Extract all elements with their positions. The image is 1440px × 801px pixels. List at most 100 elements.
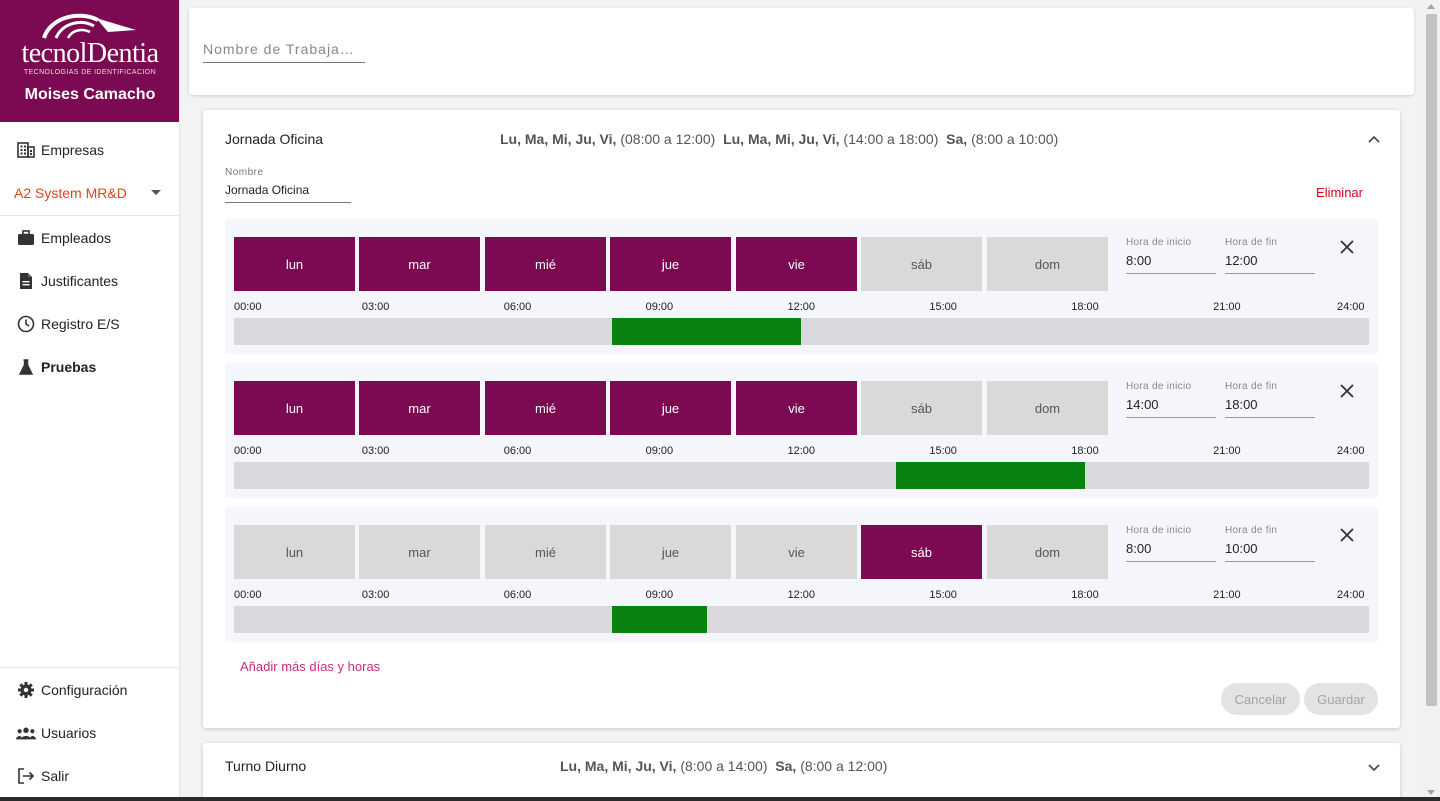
timeline-range-bar: [896, 462, 1086, 489]
flask-icon: [16, 357, 36, 377]
summary-hours: (14:00 a 18:00): [843, 131, 939, 147]
time-tick-label: 15:00: [929, 589, 957, 601]
brand-header: tecnolDentia TECNOLOGIAS DE IDENTIFICACI…: [0, 0, 179, 122]
clock-icon: [16, 314, 36, 334]
time-tick-label: 00:00: [234, 589, 262, 601]
nav-label: Pruebas: [41, 359, 97, 375]
day-toggle-6[interactable]: dom: [987, 525, 1108, 579]
time-tick-label: 06:00: [503, 445, 532, 457]
day-toggle-1[interactable]: mar: [359, 237, 480, 291]
time-tick-label: 03:00: [361, 301, 390, 313]
end-time-field[interactable]: 10:00: [1225, 541, 1315, 562]
building-icon: [16, 140, 36, 160]
delete-button[interactable]: Eliminar: [1316, 185, 1363, 200]
time-tick-label: 06:00: [503, 301, 532, 313]
schedule-panel: Jornada Oficina Lu, Ma, Mi, Ju, Vi, (08:…: [203, 110, 1400, 728]
day-toggle-0[interactable]: lun: [234, 381, 355, 435]
nav-usuarios[interactable]: Usuarios: [0, 713, 179, 753]
scroll-up-icon[interactable]: [1427, 4, 1435, 9]
day-toggle-1[interactable]: mar: [359, 381, 480, 435]
nav-registro[interactable]: Registro E/S: [0, 304, 179, 344]
search-input[interactable]: Nombre de Trabaja…: [203, 38, 365, 63]
end-time-label: Hora de fin: [1225, 237, 1278, 248]
time-tick-label: 09:00: [645, 301, 674, 313]
scrollbar-thumb[interactable]: [1426, 14, 1437, 706]
chevron-up-icon[interactable]: [1368, 130, 1380, 148]
time-tick-label: 18:00: [1071, 589, 1099, 601]
divider: [0, 215, 179, 216]
start-time-field[interactable]: 14:00: [1126, 397, 1216, 418]
schedule-title[interactable]: Turno Diurno: [225, 758, 306, 774]
nav-salir[interactable]: Salir: [0, 756, 179, 796]
start-time-field[interactable]: 8:00: [1126, 541, 1216, 562]
time-tick-label: 12:00: [787, 589, 816, 601]
time-tick-label: 21:00: [1213, 445, 1241, 457]
day-toggle-2[interactable]: mié: [485, 381, 606, 435]
time-tick-label: 06:00: [503, 589, 532, 601]
end-time-field[interactable]: 12:00: [1225, 253, 1315, 274]
close-icon[interactable]: [1337, 381, 1357, 401]
name-field[interactable]: Jornada Oficina: [225, 183, 351, 203]
sidebar: tecnolDentia TECNOLOGIAS DE IDENTIFICACI…: [0, 0, 180, 801]
day-toggle-3[interactable]: jue: [610, 381, 731, 435]
day-toggle-4[interactable]: vie: [736, 525, 857, 579]
start-time-field[interactable]: 8:00: [1126, 253, 1216, 274]
close-icon[interactable]: [1337, 525, 1357, 545]
nav-label: Registro E/S: [41, 316, 120, 332]
scroll-down-icon[interactable]: [1427, 790, 1435, 795]
summary-days: Lu, Ma, Mi, Ju, Vi,: [723, 131, 840, 147]
nav-justificantes[interactable]: Justificantes: [0, 261, 179, 301]
nav-empleados[interactable]: Empleados: [0, 218, 179, 258]
summary-hours: (8:00 a 14:00): [680, 758, 768, 774]
company-name: A2 System MR&D: [14, 185, 127, 201]
schedule-title[interactable]: Jornada Oficina: [225, 131, 323, 147]
end-time-field[interactable]: 18:00: [1225, 397, 1315, 418]
time-tick-label: 18:00: [1071, 301, 1099, 313]
company-selector[interactable]: A2 System MR&D: [0, 172, 179, 214]
logo-icon: [42, 13, 136, 39]
app-root: tecnolDentia TECNOLOGIAS DE IDENTIFICACI…: [0, 0, 1440, 801]
time-tick-label: 24:00: [1337, 301, 1365, 313]
caret-down-icon: [151, 190, 161, 195]
end-time-label: Hora de fin: [1225, 381, 1278, 392]
nav-configuracion[interactable]: Configuración: [0, 670, 179, 710]
day-toggle-4[interactable]: vie: [736, 237, 857, 291]
timeline-range-bar: [612, 606, 707, 633]
day-toggle-3[interactable]: jue: [610, 237, 731, 291]
day-toggle-6[interactable]: dom: [987, 237, 1108, 291]
day-toggle-2[interactable]: mié: [485, 237, 606, 291]
day-toggle-0[interactable]: lun: [234, 525, 355, 579]
timeline-track: [234, 462, 1369, 489]
save-button[interactable]: Guardar: [1304, 683, 1378, 715]
time-tick-label: 15:00: [929, 301, 957, 313]
time-range-card: lun mar mié jue vie sáb dom Hora de inicio Hora …: [225, 363, 1378, 498]
summary-hours: (8:00 a 12:00): [800, 758, 888, 774]
day-toggle-4[interactable]: vie: [736, 381, 857, 435]
add-more-button[interactable]: Añadir más días y horas: [240, 659, 380, 674]
time-range-card: lun mar mié jue vie sáb dom Hora de inicio Hora …: [225, 507, 1378, 642]
nav-label: Empleados: [41, 230, 112, 246]
day-toggle-3[interactable]: jue: [610, 525, 731, 579]
day-toggle-6[interactable]: dom: [987, 381, 1108, 435]
time-tick-label: 21:00: [1213, 589, 1241, 601]
nav-label: Empresas: [41, 142, 105, 158]
day-toggle-5[interactable]: sáb: [861, 525, 982, 579]
nav-pruebas[interactable]: Pruebas: [0, 347, 179, 387]
timeline-range-bar: [612, 318, 802, 345]
schedule-panel-collapsed[interactable]: Turno Diurno Lu, Ma, Mi, Ju, Vi, (8:00 a…: [203, 743, 1400, 801]
schedule-summary: Lu, Ma, Mi, Ju, Vi, (8:00 a 14:00) Sa, (…: [560, 758, 887, 774]
day-toggle-5[interactable]: sáb: [861, 237, 982, 291]
day-toggle-1[interactable]: mar: [359, 525, 480, 579]
nav-empresas[interactable]: Empresas: [0, 130, 179, 170]
chevron-down-icon[interactable]: [1368, 759, 1380, 777]
cancel-button[interactable]: Cancelar: [1221, 683, 1300, 715]
day-toggle-0[interactable]: lun: [234, 237, 355, 291]
nav-label: Usuarios: [41, 725, 97, 741]
day-toggle-5[interactable]: sáb: [861, 381, 982, 435]
end-time-label: Hora de fin: [1225, 525, 1278, 536]
close-icon[interactable]: [1337, 237, 1357, 257]
users-icon: [16, 723, 36, 743]
time-tick-label: 03:00: [361, 589, 390, 601]
time-tick-label: 15:00: [929, 445, 957, 457]
day-toggle-2[interactable]: mié: [485, 525, 606, 579]
